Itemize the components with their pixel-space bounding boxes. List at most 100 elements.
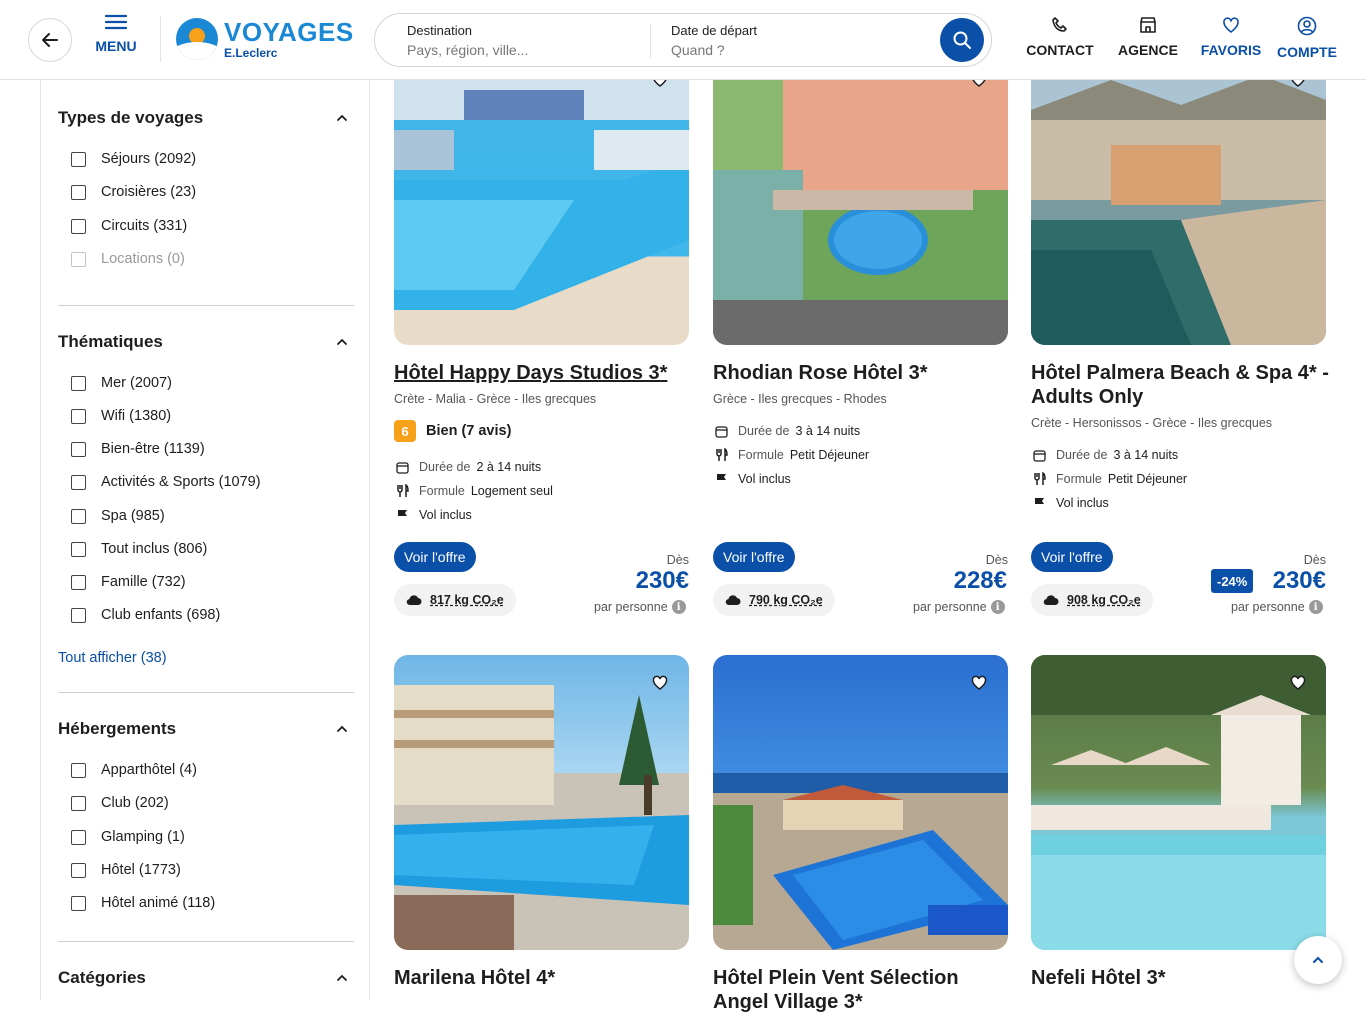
checkbox[interactable] [71,508,86,524]
offer-image[interactable] [1031,655,1326,950]
offer-title[interactable]: Hôtel Plein Vent Sélection Angel Village… [713,966,1003,1014]
checkbox[interactable] [71,762,86,778]
duration-value: 3 à 14 nuits [795,424,861,438]
filter-option[interactable]: Activités & Sports (1079) [71,474,261,490]
filter-categories-header[interactable]: Catégories [58,968,354,988]
view-offer-button[interactable]: Voir l'offre [713,542,795,572]
checkbox[interactable] [71,474,86,490]
filter-option-label: Hôtel (1773) [101,862,181,878]
filter-option[interactable]: Bien-être (1139) [71,441,205,457]
flag-icon [717,473,726,486]
phone-icon [1052,17,1067,32]
filter-themes-header[interactable]: Thématiques [58,332,354,352]
resort-pool-image [1031,655,1326,950]
per-person-label: par personne [913,600,987,614]
filter-lodging-title: Hébergements [58,719,177,738]
chevron-up-icon [337,114,347,121]
filter-option[interactable]: Famille (732) [71,574,186,590]
filter-option[interactable]: Mer (2007) [71,375,172,391]
filter-lodging-header[interactable]: Hébergements [58,719,354,739]
info-icon[interactable]: i [990,600,1005,614]
scroll-to-top-button[interactable] [1294,936,1342,984]
site-logo[interactable]: VOYAGES E.Leclerc [176,18,354,60]
nav-favoris[interactable]: FAVORIS [1200,16,1262,58]
filter-option[interactable]: Spa (985) [71,508,165,524]
destination-field[interactable]: Destination Pays, région, ville... [407,23,528,58]
filter-option-label: Mer (2007) [101,375,172,391]
hotel-pool-image [394,685,689,950]
offer-title[interactable]: Hôtel Palmera Beach & Spa 4* - Adults On… [1031,361,1331,409]
checkbox[interactable] [71,151,86,167]
date-field[interactable]: Date de départ Quand ? [671,23,757,58]
checkbox[interactable] [71,895,86,911]
checkbox[interactable] [71,408,86,424]
offer-rating: 6 Bien (7 avis) [394,420,511,442]
checkbox[interactable] [71,184,86,200]
menu-button[interactable]: MENU [88,14,144,64]
filter-option[interactable]: Club enfants (698) [71,607,220,623]
co2-value: 908 kg CO₂e [1067,593,1141,607]
cutlery-icon [716,448,728,461]
checkbox[interactable] [71,829,86,845]
offer-title[interactable]: Rhodian Rose Hôtel 3* [713,361,1013,385]
header-divider [160,16,161,62]
checkbox[interactable] [71,218,86,234]
filter-option[interactable]: Tout inclus (806) [71,541,207,557]
view-offer-button[interactable]: Voir l'offre [1031,542,1113,572]
favorite-button[interactable] [644,667,676,699]
checkbox[interactable] [71,795,86,811]
offer-title-link[interactable]: Hôtel Happy Days Studios 3* [394,361,694,385]
view-offer-button[interactable]: Voir l'offre [394,542,476,572]
checkbox[interactable] [71,375,86,391]
checkbox[interactable] [71,607,86,623]
info-icon[interactable]: i [671,600,686,614]
filter-option[interactable]: Glamping (1) [71,829,185,845]
filter-option[interactable]: Wifi (1380) [71,408,171,424]
checkbox[interactable] [71,574,86,590]
show-all-themes-link[interactable]: Tout afficher (38) [58,650,167,666]
offer-price: 230€ [635,567,689,594]
filter-option-label: Locations (0) [101,251,185,267]
filter-option[interactable]: Club (202) [71,795,169,811]
filter-option[interactable]: Croisières (23) [71,184,196,200]
search-icon [953,31,971,49]
nav-compte[interactable]: COMPTE [1276,16,1338,60]
co2-badge[interactable]: 817 kg CO₂e [394,584,516,616]
favorite-button[interactable] [1282,667,1314,699]
nav-contact[interactable]: CONTACT [1026,16,1094,58]
filter-option[interactable]: Circuits (331) [71,218,187,234]
filter-option[interactable]: Apparthôtel (4) [71,762,197,778]
filter-option-label: Séjours (2092) [101,151,197,167]
per-person-label: par personne [594,600,668,614]
filter-divider [58,305,354,306]
offer-title[interactable]: Marilena Hôtel 4* [394,966,694,990]
co2-badge[interactable]: 908 kg CO₂e [1031,584,1153,616]
offer-location: Crète - Malia - Grèce - Iles grecques [394,392,597,406]
filter-types-header[interactable]: Types de voyages [58,108,354,128]
offer-board: Formule Petit Déjeuner [715,448,869,462]
co2-badge[interactable]: 790 kg CO₂e [713,584,835,616]
search-button[interactable] [940,18,984,62]
filter-option-label: Circuits (331) [101,218,188,234]
filter-option-label: Croisières (23) [101,184,197,200]
calendar-icon [1033,449,1046,462]
filter-option[interactable]: Hôtel (1773) [71,862,181,878]
nav-agence[interactable]: AGENCE [1118,16,1178,58]
offer-flight: Vol inclus [1033,496,1109,510]
checkbox[interactable] [71,862,86,878]
checkbox[interactable] [71,541,86,557]
offer-image[interactable] [713,655,1008,950]
back-button[interactable] [28,18,72,62]
filter-option[interactable]: Séjours (2092) [71,151,196,167]
checkbox[interactable] [71,441,86,457]
info-icon[interactable]: i [1308,600,1323,614]
price-from-label: Dès [1303,553,1326,567]
logo-brand: VOYAGES [224,17,354,47]
calendar-icon [715,425,728,438]
price-from-label: Dès [985,553,1008,567]
offer-image[interactable] [394,655,689,950]
filter-option[interactable]: Hôtel animé (118) [71,895,215,911]
cloud-icon [406,595,422,606]
favorite-button[interactable] [963,667,995,699]
offer-title[interactable]: Nefeli Hôtel 3* [1031,966,1331,990]
